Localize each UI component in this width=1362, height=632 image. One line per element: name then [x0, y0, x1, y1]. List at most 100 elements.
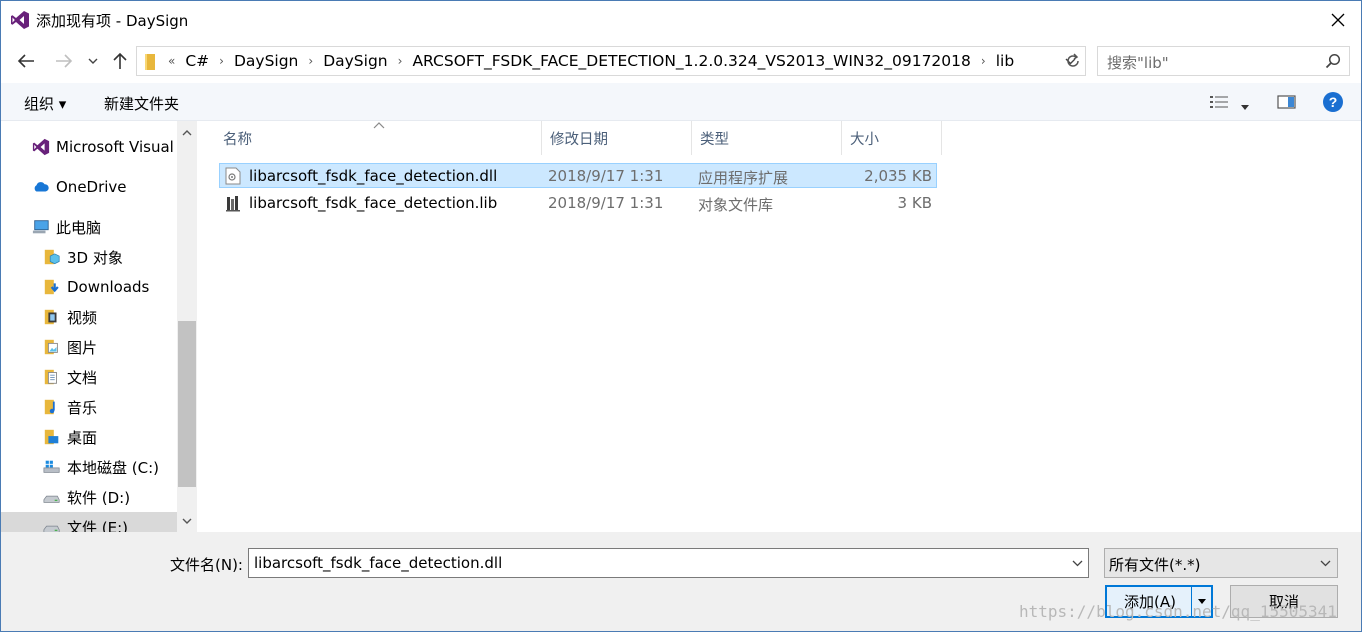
command-bar: 组织 ▾ 新建文件夹 ? [1, 83, 1361, 121]
chevron-up-icon [182, 130, 192, 136]
computer-icon [32, 220, 49, 234]
organize-menu[interactable]: 组织 ▾ [24, 93, 66, 114]
bottom-panel: 文件名(N): libarcsoft_fsdk_face_detection.d… [1, 532, 1361, 631]
breadcrumb: « C# › DaySign › DaySign › ARCSOFT_FSDK_… [165, 52, 1021, 70]
cloud-icon [34, 182, 49, 192]
downloads-icon [44, 279, 59, 295]
title-bar: 添加现有项 - DaySign [1, 1, 1361, 39]
column-header-type[interactable]: 类型 [692, 121, 842, 155]
breadcrumb-item[interactable]: DaySign [227, 52, 305, 70]
arrow-up-icon [113, 52, 127, 69]
file-modified: 2018/9/17 1:31 [548, 194, 664, 212]
file-name: libarcsoft_fsdk_face_detection.dll [249, 167, 498, 185]
search-input[interactable]: 搜索"lib" [1107, 52, 1169, 73]
arrow-left-icon [17, 54, 34, 68]
sidebar-item-this-pc[interactable]: 此电脑 [1, 212, 177, 242]
sidebar-item-onedrive[interactable]: OneDrive [1, 172, 177, 202]
sidebar-item-3d-objects[interactable]: 3D 对象 [1, 242, 177, 272]
video-icon [44, 309, 57, 325]
caret-down-icon [1241, 105, 1249, 110]
sidebar-item-desktop[interactable]: 桌面 [1, 422, 177, 452]
chevron-right-icon[interactable]: › [395, 54, 406, 68]
chevron-down-icon [182, 518, 192, 524]
breadcrumb-item[interactable]: ARCSOFT_FSDK_FACE_DETECTION_1.2.0.324_VS… [405, 52, 977, 70]
view-options-button[interactable] [1209, 94, 1229, 110]
sidebar-item-documents[interactable]: 文档 [1, 362, 177, 392]
column-header-label: 大小 [850, 131, 879, 148]
file-size: 3 KB [897, 194, 932, 212]
new-folder-button[interactable]: 新建文件夹 [104, 93, 179, 114]
details-view-icon [1210, 96, 1228, 108]
file-size: 2,035 KB [864, 167, 932, 185]
navigation-pane-scrollbar[interactable] [177, 121, 197, 532]
sidebar-item-music[interactable]: 音乐 [1, 392, 177, 422]
sidebar-item-label: Downloads [67, 278, 150, 296]
file-name: libarcsoft_fsdk_face_detection.lib [249, 194, 498, 212]
help-button[interactable]: ? [1322, 91, 1344, 113]
filter-dropdown[interactable] [1315, 549, 1335, 577]
sidebar-item-pictures[interactable]: 图片 [1, 332, 177, 362]
filename-dropdown[interactable] [1066, 549, 1088, 577]
forward-button[interactable] [52, 49, 76, 73]
column-header-size[interactable]: 大小 [842, 121, 942, 155]
chevron-right-icon[interactable]: › [978, 54, 989, 68]
preview-pane-button[interactable] [1277, 94, 1297, 110]
sidebar-item-label: 音乐 [67, 398, 98, 417]
lib-file-icon [226, 196, 240, 212]
file-row[interactable]: libarcsoft_fsdk_face_detection.dll 2018/… [219, 163, 937, 188]
filename-field[interactable]: libarcsoft_fsdk_face_detection.dll [248, 548, 1089, 578]
scrollbar-thumb[interactable] [178, 321, 196, 487]
refresh-button[interactable] [1060, 46, 1086, 76]
sidebar-item-label: 文档 [67, 368, 98, 387]
sidebar-item-label: 视频 [67, 308, 98, 327]
column-header-label: 修改日期 [550, 131, 608, 148]
column-header-modified[interactable]: 修改日期 [542, 121, 692, 155]
breadcrumb-item[interactable]: C# [178, 52, 216, 70]
drive-icon [43, 495, 60, 503]
svg-text:?: ? [1329, 94, 1338, 110]
sidebar-item-label: 软件 (D:) [67, 488, 131, 507]
folder-icon [145, 54, 155, 70]
help-icon: ? [1323, 92, 1343, 112]
chevron-right-icon[interactable]: › [305, 54, 316, 68]
sidebar-item-label: Microsoft Visual [56, 138, 174, 156]
search-icon[interactable] [1325, 53, 1341, 69]
navigation-pane: Microsoft Visual OneDrive 此电脑 3D 对象 Down… [1, 121, 197, 532]
sidebar-item-label: 3D 对象 [67, 248, 123, 267]
sidebar-item-downloads[interactable]: Downloads [1, 272, 177, 302]
scroll-up-button[interactable] [177, 123, 197, 143]
sidebar-item-drive-e[interactable]: 文件 (E:) [1, 512, 177, 532]
window-title: 添加现有项 - DaySign [36, 12, 189, 30]
pictures-icon [44, 339, 58, 355]
scroll-down-button[interactable] [177, 511, 197, 531]
documents-icon [44, 369, 57, 385]
sidebar-item-label: 此电脑 [56, 218, 102, 237]
column-header-label: 名称 [223, 131, 252, 148]
file-list: 名称 修改日期 类型 大小 libarcsoft_fsdk_face_detec… [197, 121, 1361, 532]
close-icon [1331, 13, 1345, 27]
file-type-filter[interactable]: 所有文件(*.*) [1104, 548, 1338, 578]
search-box[interactable]: 搜索"lib" [1097, 46, 1350, 76]
back-button[interactable] [14, 49, 38, 73]
file-type: 应用程序扩展 [698, 169, 789, 187]
view-dropdown[interactable] [1240, 97, 1252, 110]
breadcrumb-item[interactable]: DaySign [316, 52, 394, 70]
close-button[interactable] [1315, 1, 1361, 39]
sidebar-item-videos[interactable]: 视频 [1, 302, 177, 332]
breadcrumb-item[interactable]: lib [989, 52, 1021, 70]
address-bar[interactable]: « C# › DaySign › DaySign › ARCSOFT_FSDK_… [136, 46, 1086, 76]
sidebar-item-drive-c[interactable]: 本地磁盘 (C:) [1, 452, 177, 482]
filename-value[interactable]: libarcsoft_fsdk_face_detection.dll [254, 554, 502, 572]
sidebar-item-drive-d[interactable]: 软件 (D:) [1, 482, 177, 512]
recent-locations-button[interactable] [83, 49, 103, 73]
file-row[interactable]: libarcsoft_fsdk_face_detection.lib 2018/… [219, 190, 937, 215]
watermark: https://blog.csdn.net/qq_15505341 [1019, 602, 1337, 621]
navigation-row: « C# › DaySign › DaySign › ARCSOFT_FSDK_… [1, 39, 1361, 83]
up-button[interactable] [108, 49, 132, 73]
sidebar-item-label: OneDrive [56, 178, 127, 196]
chevron-right-icon[interactable]: › [216, 54, 227, 68]
sidebar-item-microsoft-visual[interactable]: Microsoft Visual [1, 132, 177, 162]
file-modified: 2018/9/17 1:31 [548, 167, 664, 185]
overflow-chevron[interactable]: « [165, 54, 178, 68]
sidebar-item-label: 文件 (E:) [67, 518, 129, 533]
